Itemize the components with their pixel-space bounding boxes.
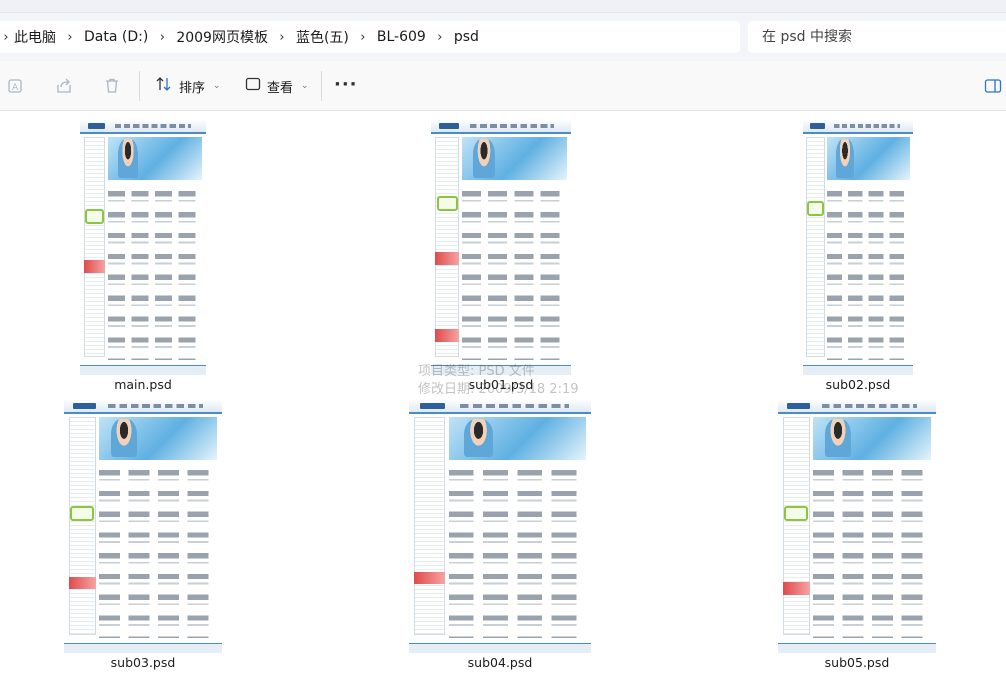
file-item-sub01[interactable]: sub01.psd xyxy=(431,119,571,392)
toolbar-divider xyxy=(139,71,140,101)
file-item-sub03[interactable]: sub03.psd xyxy=(64,399,222,670)
chevron-right-icon[interactable]: › xyxy=(351,30,375,45)
sort-button[interactable]: 排序 ⌄ xyxy=(155,73,221,99)
file-name[interactable]: sub04.psd xyxy=(468,655,533,670)
file-thumbnail[interactable] xyxy=(64,399,222,653)
chevron-right-icon[interactable]: › xyxy=(150,30,174,45)
view-icon xyxy=(245,76,261,96)
chevron-right-icon[interactable]: › xyxy=(270,30,294,45)
address-bar: › 此电脑 › Data (D:) › 2009网页模板 › 蓝色(五) › B… xyxy=(0,13,1006,61)
details-pane-icon[interactable] xyxy=(982,75,1004,97)
svg-text:A: A xyxy=(12,83,19,93)
share-icon[interactable] xyxy=(53,75,75,97)
title-strip xyxy=(0,0,1006,13)
file-item-sub05[interactable]: sub05.psd xyxy=(778,399,936,670)
search-input[interactable] xyxy=(748,21,1006,53)
file-name[interactable]: sub02.psd xyxy=(826,377,891,392)
sort-icon xyxy=(155,75,173,97)
file-item-main[interactable]: main.psd xyxy=(80,119,206,392)
file-list: main.psd sub01.psd sub02.psd sub03.psd s… xyxy=(0,111,1006,699)
breadcrumb-item-templates[interactable]: 2009网页模板 xyxy=(174,27,270,47)
file-thumbnail[interactable] xyxy=(409,399,591,653)
file-name[interactable]: sub01.psd xyxy=(469,377,534,392)
file-name[interactable]: sub05.psd xyxy=(825,655,890,670)
delete-icon[interactable] xyxy=(101,75,123,97)
view-label: 查看 xyxy=(267,80,294,96)
breadcrumb[interactable]: › 此电脑 › Data (D:) › 2009网页模板 › 蓝色(五) › B… xyxy=(0,21,740,53)
sort-label: 排序 xyxy=(179,80,206,96)
command-bar: A 排序 ⌄ 查看 ⌄ ··· xyxy=(0,61,1006,111)
breadcrumb-item-bl609[interactable]: BL-609 xyxy=(375,29,428,45)
breadcrumb-item-psd[interactable]: psd xyxy=(452,29,481,45)
file-name[interactable]: main.psd xyxy=(114,377,172,392)
rename-icon[interactable]: A xyxy=(5,75,27,97)
file-thumbnail[interactable] xyxy=(80,119,206,375)
breadcrumb-item-this-pc[interactable]: 此电脑 xyxy=(12,27,58,47)
toolbar-divider xyxy=(321,71,322,101)
chevron-down-icon: ⌄ xyxy=(301,81,309,91)
file-item-sub04[interactable]: sub04.psd xyxy=(409,399,591,670)
file-item-sub02[interactable]: sub02.psd xyxy=(803,119,913,392)
file-thumbnail[interactable] xyxy=(431,119,571,375)
chevron-down-icon: ⌄ xyxy=(213,81,221,91)
file-thumbnail[interactable] xyxy=(803,119,913,375)
search-box[interactable] xyxy=(748,21,1006,53)
chevron-right-icon[interactable]: › xyxy=(0,30,12,45)
chevron-right-icon[interactable]: › xyxy=(428,30,452,45)
more-options-button[interactable]: ··· xyxy=(334,74,358,95)
file-name[interactable]: sub03.psd xyxy=(111,655,176,670)
view-button[interactable]: 查看 ⌄ xyxy=(245,73,309,99)
breadcrumb-item-drive[interactable]: Data (D:) xyxy=(82,29,150,45)
chevron-right-icon[interactable]: › xyxy=(58,30,82,45)
breadcrumb-item-blue[interactable]: 蓝色(五) xyxy=(294,27,351,47)
file-thumbnail[interactable] xyxy=(778,399,936,653)
